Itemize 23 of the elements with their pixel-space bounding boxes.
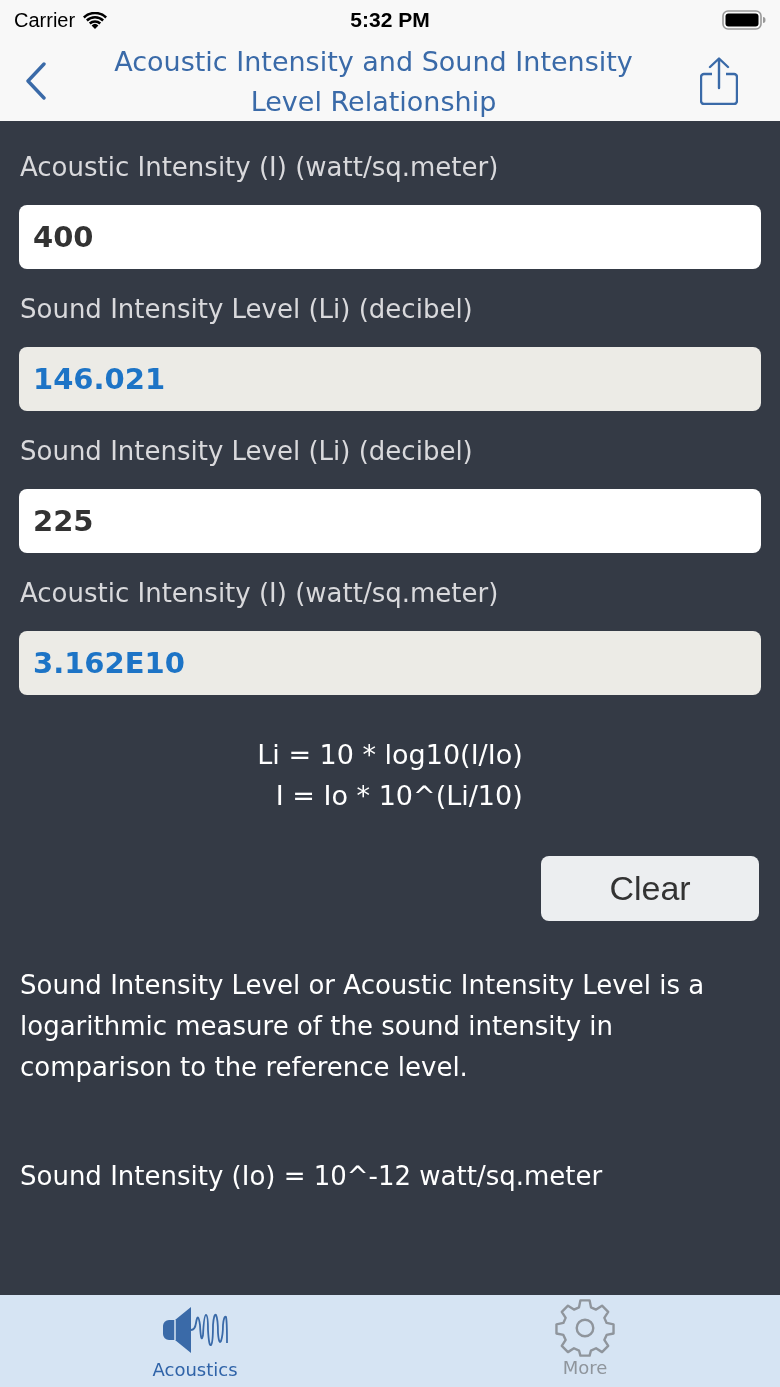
status-time: 5:32 PM — [350, 8, 430, 32]
gear-icon — [554, 1299, 616, 1357]
clear-button[interactable]: Clear — [541, 856, 759, 921]
result-field: 146.021 — [19, 347, 761, 411]
wifi-icon — [83, 11, 108, 29]
tab-item[interactable]: Acoustics — [0, 1295, 390, 1387]
field-label: Sound Intensity Level (Li) (decibel) — [20, 435, 474, 468]
formula-text: I = Io * 10^(Li/10) — [275, 779, 523, 813]
speaker-wave-icon — [161, 1305, 229, 1355]
field-label: Acoustic Intensity (I) (watt/sq.meter) — [20, 151, 500, 184]
battery-icon — [722, 10, 766, 30]
share-icon[interactable] — [700, 56, 738, 105]
input-field[interactable]: 225 — [19, 489, 761, 553]
back-icon[interactable] — [25, 61, 47, 100]
carrier-name: Carrier — [14, 8, 76, 32]
nav-title: Acoustic Intensity and Sound Intensity Level Relationship — [113, 44, 634, 119]
description-text: Sound Intensity Level or Acoustic Intensity Level is a logarithmic measure of the sound intensity in comparison to the reference level. — [20, 969, 706, 1084]
input-field[interactable]: 400 — [19, 205, 761, 269]
field-label: Acoustic Intensity (I) (watt/sq.meter) — [20, 577, 500, 610]
formula-text: Li = 10 * log10(I/Io) — [257, 738, 523, 772]
result-field: 3.162E10 — [19, 631, 761, 695]
reference-text: Sound Intensity (Io) = 10^-12 watt/sq.meter — [20, 1160, 604, 1193]
field-label: Sound Intensity Level (Li) (decibel) — [20, 293, 474, 326]
